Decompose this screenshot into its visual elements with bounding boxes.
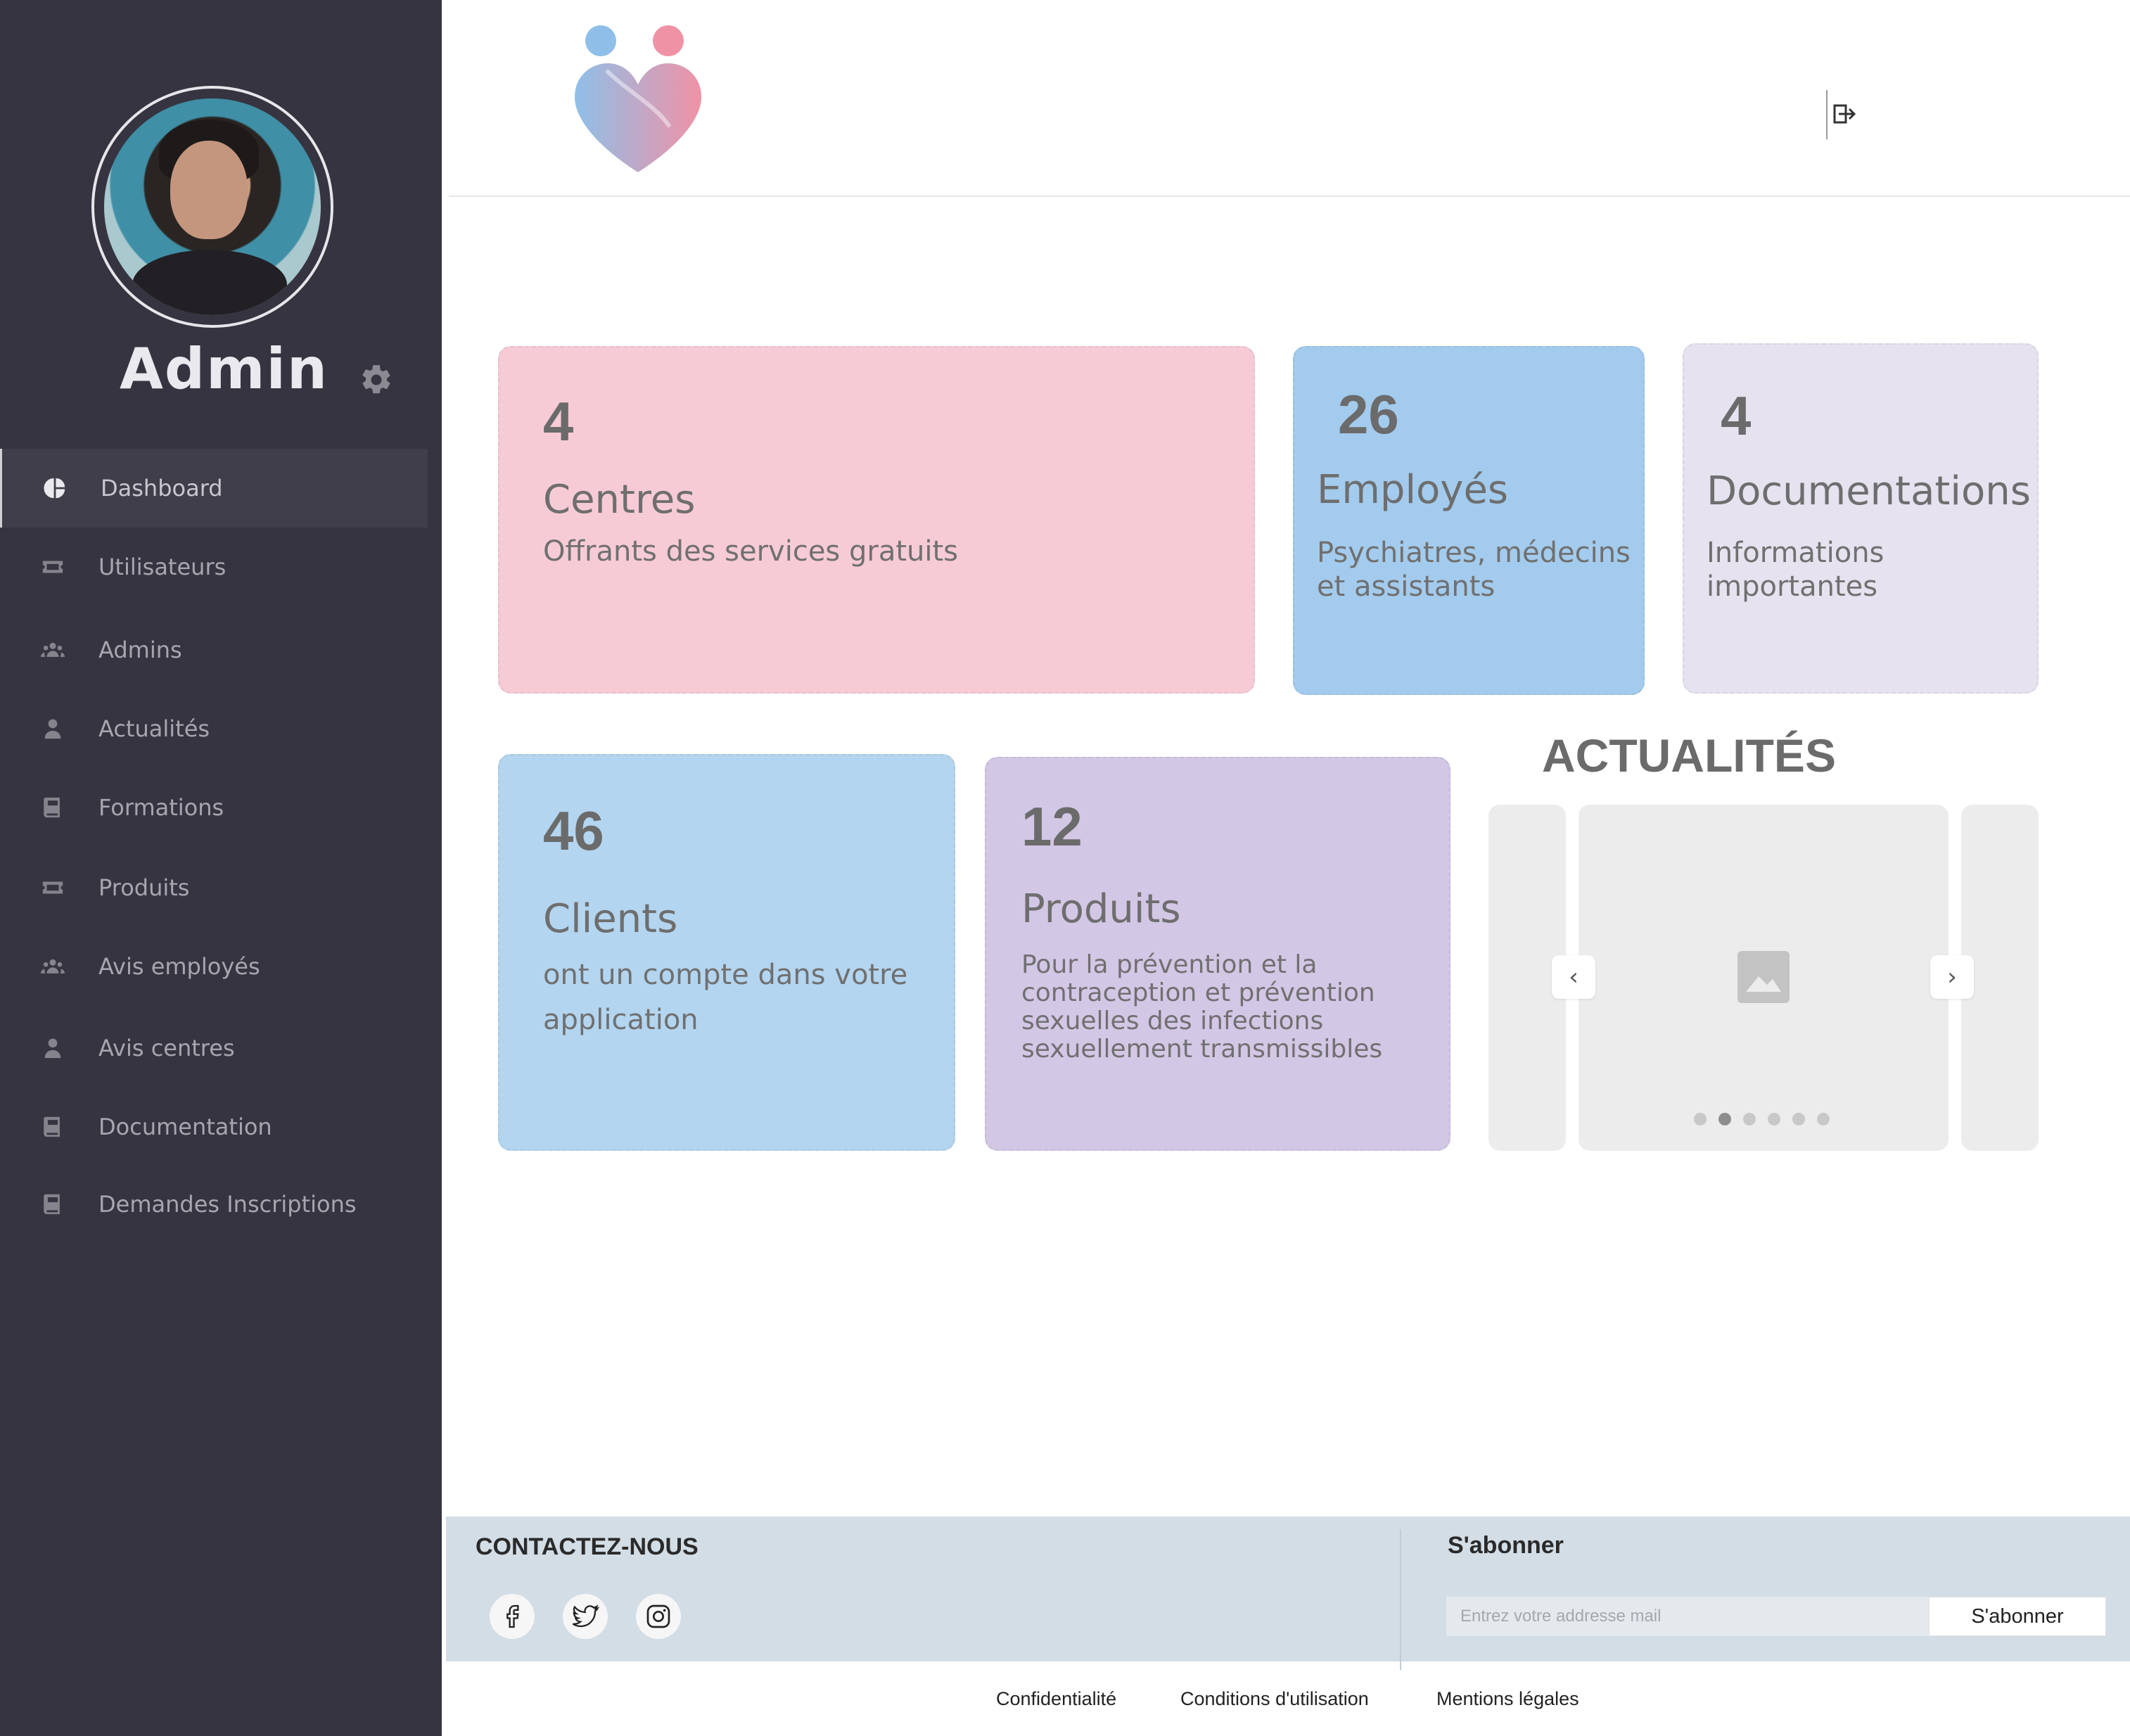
avatar[interactable] bbox=[104, 98, 321, 315]
sidebar-item-label: Documentation bbox=[98, 1113, 272, 1140]
twitter-icon[interactable] bbox=[563, 1594, 608, 1639]
carousel-prev-button[interactable]: ‹ bbox=[1552, 955, 1595, 999]
logout-icon[interactable] bbox=[1826, 90, 1857, 139]
stat-card-produits[interactable]: 12 Produits Pour la prévention et la con… bbox=[985, 757, 1450, 1151]
sidebar-item-utilisateurs[interactable]: Utilisateurs bbox=[0, 528, 428, 606]
stat-title: Centres bbox=[543, 477, 696, 523]
subscribe-button[interactable]: S'abonner bbox=[1929, 1597, 2106, 1636]
stat-title: Produits bbox=[1021, 886, 1181, 932]
sidebar-item-admins[interactable]: Admins bbox=[0, 611, 428, 689]
footer-divider bbox=[1400, 1529, 1401, 1670]
users-icon bbox=[41, 638, 65, 662]
sidebar-item-demandes-inscriptions[interactable]: Demandes Inscriptions bbox=[0, 1165, 428, 1244]
stat-value: 4 bbox=[543, 390, 574, 452]
sidebar-item-documentation[interactable]: Documentation bbox=[0, 1087, 428, 1166]
book-icon bbox=[41, 1115, 65, 1139]
sidebar-item-label: Actualités bbox=[98, 715, 210, 742]
sidebar-item-label: Utilisateurs bbox=[98, 554, 227, 580]
footer-link-conditions[interactable]: Conditions d'utilisation bbox=[1180, 1688, 1369, 1710]
carousel-dot[interactable] bbox=[1792, 1113, 1805, 1125]
carousel-slide-current[interactable] bbox=[1579, 805, 1949, 1151]
ticket-icon bbox=[41, 876, 65, 900]
user-icon bbox=[41, 1036, 65, 1060]
sidebar-item-avis-centres[interactable]: Avis centres bbox=[0, 1009, 428, 1087]
email-field[interactable] bbox=[1446, 1597, 1929, 1636]
footer-link-mentions[interactable]: Mentions légales bbox=[1436, 1688, 1579, 1710]
carousel-dot[interactable] bbox=[1817, 1113, 1830, 1125]
sidebar-item-formations[interactable]: Formations bbox=[0, 768, 428, 847]
sidebar-item-avis-employes[interactable]: Avis employés bbox=[0, 927, 428, 1006]
stat-card-employes[interactable]: 26 Employés Psychiatres, médecins et ass… bbox=[1293, 346, 1645, 695]
footer bbox=[446, 1517, 2130, 1661]
logo[interactable] bbox=[571, 21, 705, 179]
stat-card-centres[interactable]: 4 Centres Offrants des services gratuits bbox=[498, 346, 1255, 694]
user-icon bbox=[41, 717, 65, 741]
contact-title: CONTACTEZ-NOUS bbox=[476, 1533, 699, 1560]
book-icon bbox=[41, 1192, 65, 1216]
stat-desc: Offrants des services gratuits bbox=[543, 535, 958, 568]
sidebar-item-label: Formations bbox=[98, 794, 224, 821]
sidebar: Admin Dashboard Utilisateurs Admins Actu… bbox=[0, 0, 442, 1736]
avatar-frame bbox=[91, 86, 333, 328]
footer-link-confidentialite[interactable]: Confidentialité bbox=[996, 1688, 1116, 1710]
pie-chart-icon bbox=[43, 476, 67, 500]
carousel-dot[interactable] bbox=[1694, 1113, 1707, 1125]
stat-title: Documentations bbox=[1707, 468, 2031, 514]
sidebar-item-actualites[interactable]: Actualités bbox=[0, 689, 428, 768]
stat-value: 26 bbox=[1338, 383, 1399, 445]
stat-value: 4 bbox=[1721, 385, 1752, 447]
instagram-icon[interactable] bbox=[636, 1594, 681, 1639]
gear-icon[interactable] bbox=[359, 362, 394, 397]
stat-desc: Pour la prévention et la contraception e… bbox=[1021, 950, 1383, 1064]
users-icon bbox=[41, 955, 65, 978]
stat-title: Employés bbox=[1317, 467, 1509, 513]
stat-card-documentations[interactable]: 4 Documentations Informations importante… bbox=[1683, 343, 2039, 694]
subscribe-title: S'abonner bbox=[1448, 1532, 1564, 1559]
facebook-icon[interactable] bbox=[490, 1594, 535, 1639]
image-placeholder-icon bbox=[1737, 951, 1790, 1003]
ticket-icon bbox=[41, 555, 65, 579]
header-divider bbox=[449, 196, 2130, 197]
sidebar-item-dashboard[interactable]: Dashboard bbox=[0, 449, 428, 528]
sidebar-item-produits[interactable]: Produits bbox=[0, 848, 428, 927]
carousel-dot[interactable] bbox=[1743, 1113, 1756, 1125]
stat-desc: Psychiatres, médecins et assistants bbox=[1317, 537, 1631, 603]
stat-card-clients[interactable]: 46 Clients ont un compte dans votre appl… bbox=[498, 754, 955, 1151]
sidebar-item-label: Avis centres bbox=[98, 1035, 235, 1061]
carousel-dots bbox=[1694, 1113, 1830, 1125]
sidebar-item-label: Demandes Inscriptions bbox=[98, 1191, 357, 1218]
stat-value: 46 bbox=[543, 800, 604, 862]
stat-value: 12 bbox=[1021, 796, 1083, 857]
stat-desc: ont un compte dans votre application bbox=[543, 959, 908, 1036]
news-title: ACTUALITÉS bbox=[1542, 729, 1836, 781]
sidebar-item-label: Dashboard bbox=[101, 475, 223, 502]
sidebar-item-label: Avis employés bbox=[98, 953, 260, 980]
book-icon bbox=[41, 796, 65, 819]
carousel-dot[interactable] bbox=[1768, 1113, 1780, 1125]
stat-desc: Informations importantes bbox=[1707, 537, 1885, 603]
carousel-dot[interactable] bbox=[1718, 1113, 1731, 1125]
carousel-next-button[interactable]: › bbox=[1930, 955, 1974, 999]
user-name: Admin bbox=[120, 336, 329, 402]
sidebar-item-label: Admins bbox=[98, 637, 182, 663]
stat-title: Clients bbox=[543, 896, 678, 942]
sidebar-item-label: Produits bbox=[98, 874, 190, 901]
